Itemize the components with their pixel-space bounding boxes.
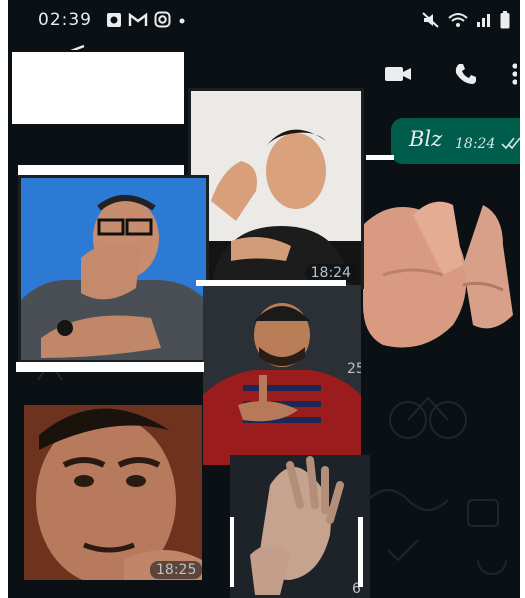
double-check-icon — [501, 137, 520, 150]
signal-icon — [477, 14, 490, 27]
white-bar-1 — [18, 165, 184, 175]
sticker-time: 25 — [347, 361, 361, 377]
white-dash — [366, 155, 394, 160]
sticker-hands-right[interactable] — [353, 185, 520, 360]
white-overlay-top-left — [10, 50, 186, 126]
video-call-button[interactable] — [382, 58, 414, 90]
voice-call-button[interactable] — [450, 58, 482, 90]
white-vertical-right — [358, 517, 363, 587]
sticker-man-glasses-blue-wall[interactable] — [18, 175, 209, 363]
sticker-man-closeup[interactable]: 18:25 — [24, 405, 202, 580]
white-vertical-left — [230, 517, 234, 587]
white-bar-2 — [16, 362, 204, 372]
message-text: Blz — [409, 127, 443, 151]
wifi-icon — [448, 13, 468, 27]
sticker-man-white-wall[interactable]: 18:24 — [188, 88, 364, 289]
gmail-icon — [128, 12, 148, 26]
more-options-button[interactable] — [506, 58, 520, 90]
sticker-hands-gesture[interactable]: 6 — [230, 455, 370, 598]
screen: 02:39 Blz 18:24 18:24 25 6 18:25 — [0, 0, 525, 598]
battery-icon — [500, 11, 510, 29]
voice-call-icon — [455, 64, 476, 84]
mute-icon — [422, 12, 439, 28]
outgoing-message[interactable]: Blz 18:24 — [391, 118, 520, 164]
sticker-time: 18:25 — [150, 561, 202, 579]
message-time: 18:24 — [455, 136, 496, 152]
status-time: 02:39 — [38, 10, 92, 30]
white-bar-3 — [196, 280, 346, 286]
video-call-icon — [385, 67, 411, 81]
phone-screen: 02:39 Blz 18:24 18:24 25 6 18:25 — [8, 0, 520, 598]
instagram-icon — [154, 11, 171, 28]
sticker-man-striped-shirt[interactable]: 25 — [203, 285, 361, 465]
status-icons-left — [106, 11, 187, 28]
status-bar: 02:39 — [8, 0, 520, 40]
status-icons-right — [422, 11, 510, 29]
dot-icon — [179, 18, 185, 23]
more-options-icon — [512, 63, 517, 85]
notification-icon — [107, 12, 121, 27]
